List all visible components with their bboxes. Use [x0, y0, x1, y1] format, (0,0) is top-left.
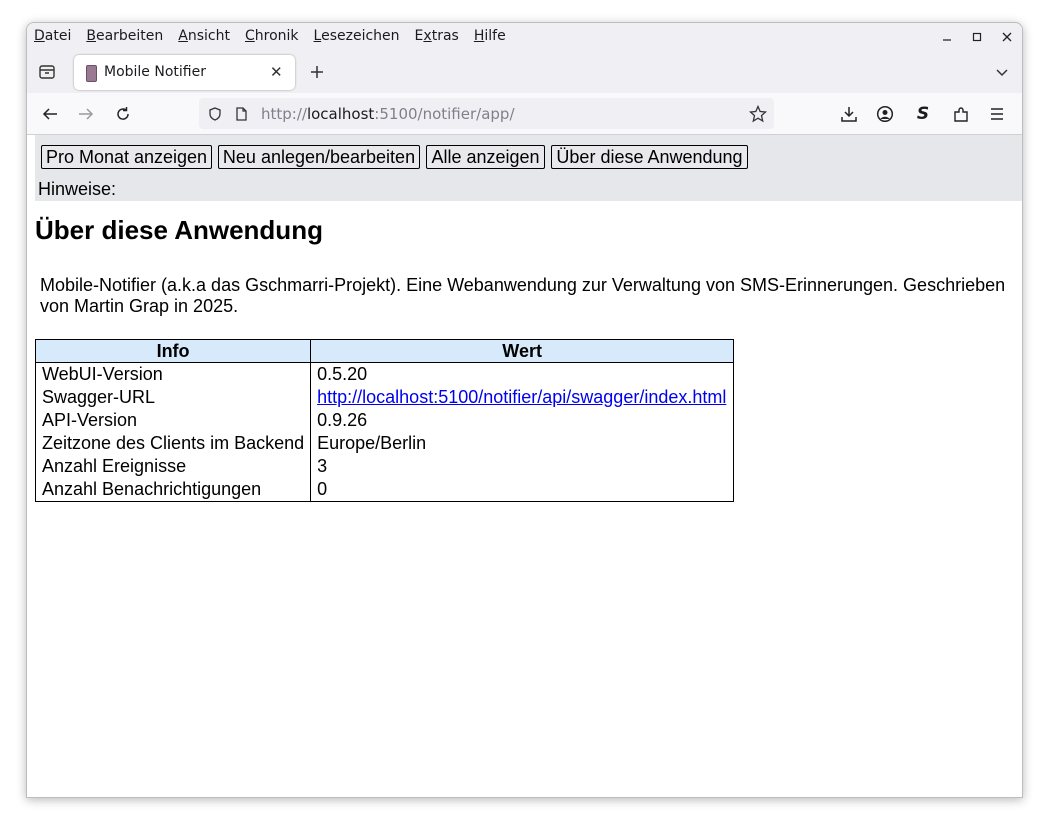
s-extension-icon[interactable]: S: [911, 102, 935, 126]
column-header-value: Wert: [310, 339, 735, 363]
month-view-button[interactable]: Pro Monat anzeigen: [41, 145, 212, 169]
menu-item-ansicht[interactable]: Ansicht: [178, 28, 230, 44]
shield-icon[interactable]: [203, 102, 227, 126]
download-icon[interactable]: [837, 102, 861, 126]
url-text[interactable]: http://localhost:5100/notifier/app/: [261, 105, 515, 123]
maximize-icon[interactable]: [962, 25, 992, 49]
url-path: :5100/notifier/app/: [374, 105, 515, 123]
menu-item-lesezeichen[interactable]: Lesezeichen: [314, 28, 400, 44]
info-cell: Zeitzone des Clients im Backend: [42, 433, 305, 453]
page-title: Über diese Anwendung: [35, 215, 323, 245]
about-description: Mobile-Notifier (a.k.a das Gschmarri-Pro…: [40, 275, 1006, 316]
info-cell: Anzahl Benachrichtigungen: [42, 479, 262, 499]
value-cell: 3: [310, 455, 734, 478]
url-scheme: http://: [261, 105, 307, 123]
info-cell: WebUI-Version: [42, 364, 163, 384]
favicon-icon: [86, 65, 97, 82]
bookmark-star-icon[interactable]: [746, 102, 770, 126]
swagger-link[interactable]: http://localhost:5100/notifier/api/swagg…: [317, 387, 726, 407]
menu: Datei Bearbeiten Ansicht Chronik Lesezeichen…: [34, 28, 521, 44]
about-button[interactable]: Über diese Anwendung: [551, 145, 748, 169]
menu-bar: Datei Bearbeiten Ansicht Chronik Lesezeichen…: [27, 23, 1022, 52]
value-cell: http://localhost:5100/notifier/api/swagg…: [310, 386, 734, 409]
table-header-row: Info Wert: [34, 339, 735, 363]
table-row: Anzahl Ereignisse 3: [36, 455, 734, 478]
table-row: Zeitzone des Clients im Backend Europe/Be…: [36, 432, 734, 455]
show-all-button[interactable]: Alle anzeigen: [426, 145, 545, 169]
value-cell: 0: [310, 478, 734, 502]
value-cell: 0.9.26: [310, 409, 734, 432]
page-content: Pro Monat anzeigen Neu anlegen/bearbeite…: [27, 135, 1022, 797]
info-cell: API-Version: [42, 410, 138, 430]
table-row: WebUI-Version 0.5.20: [36, 362, 734, 386]
table-row: API-Version 0.9.26: [36, 409, 734, 432]
menu-item-bearbeiten[interactable]: Bearbeiten: [86, 28, 163, 44]
column-header-info: Info: [34, 339, 312, 363]
menu-item-extras[interactable]: Extras: [415, 28, 459, 44]
info-table: Info Wert WebUI-Version 0.5.20 Swagger-URL…: [34, 339, 735, 502]
list-all-tabs-icon[interactable]: [990, 60, 1014, 84]
extension-icon[interactable]: [949, 102, 973, 126]
hamburger-menu-icon[interactable]: [985, 102, 1009, 126]
app-nav: Pro Monat anzeigen Neu anlegen/bearbeite…: [35, 135, 1022, 201]
page-info-icon[interactable]: [229, 102, 253, 126]
value-cell: 0.5.20: [310, 362, 734, 386]
menu-item-chronik[interactable]: Chronik: [245, 28, 299, 44]
table-body: WebUI-Version 0.5.20 Swagger-URL http://loc…: [36, 362, 734, 502]
minimize-icon[interactable]: [932, 25, 962, 49]
address-bar[interactable]: http://localhost:5100/notifier/app/: [199, 98, 774, 129]
menu-item-datei[interactable]: Datei: [34, 28, 71, 44]
tab-bar: Mobile Notifier ✕: [27, 52, 1022, 93]
close-icon[interactable]: [992, 25, 1022, 49]
tab-mobile-notifier[interactable]: Mobile Notifier ✕: [74, 55, 295, 90]
table-row: Swagger-URL http://localhost:5100/notifie…: [36, 386, 734, 409]
back-arrow-icon[interactable]: [38, 102, 62, 126]
hints-label: Hinweise:: [38, 179, 117, 199]
menu-item-hilfe[interactable]: Hilfe: [474, 28, 506, 44]
table-row: Anzahl Benachrichtigungen 0: [36, 478, 734, 502]
nav-toolbar: http://localhost:5100/notifier/app/ S: [27, 93, 1022, 135]
info-cell: Anzahl Ereignisse: [42, 456, 187, 476]
tab-overview-icon[interactable]: [35, 60, 59, 84]
account-icon[interactable]: [873, 102, 897, 126]
tab-title: Mobile Notifier: [104, 64, 206, 80]
new-tab-icon[interactable]: [305, 60, 329, 84]
tab-close-icon[interactable]: ✕: [270, 63, 283, 81]
reload-icon[interactable]: [111, 102, 135, 126]
edit-button[interactable]: Neu anlegen/bearbeiten: [218, 145, 420, 169]
browser-window: Datei Bearbeiten Ansicht Chronik Lesezeichen…: [26, 22, 1023, 798]
value-cell: Europe/Berlin: [310, 432, 734, 455]
url-host: localhost: [306, 105, 375, 123]
info-cell: Swagger-URL: [42, 387, 156, 407]
forward-arrow-icon[interactable]: [74, 102, 98, 126]
